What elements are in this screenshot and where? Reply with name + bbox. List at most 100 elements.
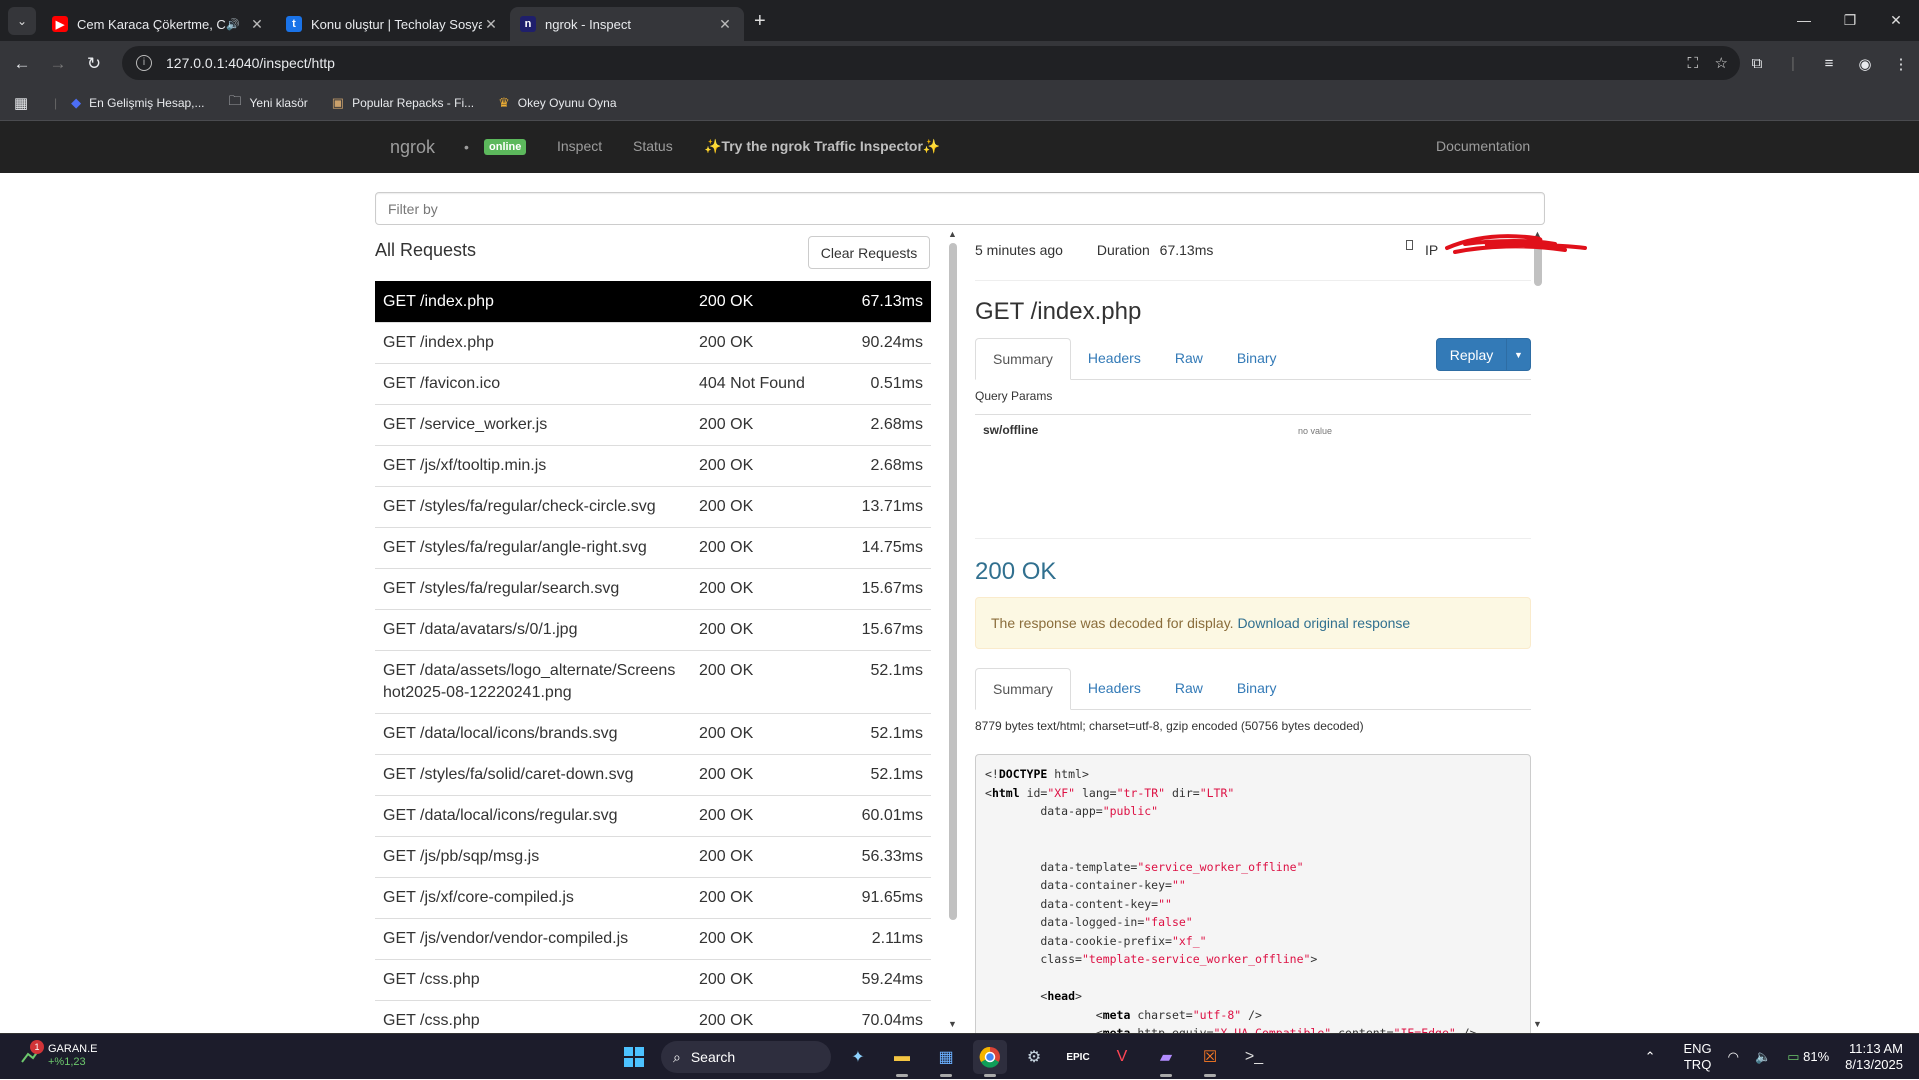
windows-start-icon[interactable]: [617, 1040, 651, 1074]
request-row[interactable]: GET /styles/fa/regular/search.svg 200 OK 1…: [375, 568, 931, 610]
download-original-link[interactable]: Download original response: [1237, 615, 1410, 631]
reload-icon[interactable]: ↻: [76, 54, 112, 74]
apps-grid-icon[interactable]: ▦: [14, 94, 42, 112]
blue-drop-icon: ◆: [71, 95, 82, 110]
taskbar-search[interactable]: ⌕ Search: [661, 1041, 831, 1073]
back-arrow-icon[interactable]: ←: [4, 54, 40, 74]
clock[interactable]: 11:13 AM 8/13/2025: [1845, 1041, 1903, 1073]
copilot-icon[interactable]: ✦: [841, 1040, 875, 1074]
bookmark-item[interactable]: ◆ En Gelişmiş Hesap,...: [71, 95, 204, 111]
new-tab-button[interactable]: +: [754, 10, 766, 33]
battery-indicator[interactable]: ▭ 81%: [1787, 1049, 1829, 1065]
request-row[interactable]: GET /data/assets/logo_alternate/Screensh…: [375, 650, 931, 714]
xampp-icon[interactable]: ☒: [1193, 1040, 1227, 1077]
request-row[interactable]: GET /js/pb/sqp/msg.js 200 OK 56.33ms: [375, 836, 931, 878]
speaker-icon[interactable]: 🔊: [226, 18, 240, 31]
steam-icon[interactable]: ⚙: [1017, 1040, 1051, 1074]
tab-title: Konu oluştur | Techolay Sosyal: [311, 16, 482, 32]
close-tab-icon[interactable]: ✕: [482, 16, 500, 33]
bookmark-item[interactable]: 🗀 Yeni klasör: [229, 92, 308, 114]
request-row[interactable]: GET /styles/fa/regular/angle-right.svg 20…: [375, 527, 931, 569]
request-row[interactable]: GET /index.php 200 OK 90.24ms: [375, 322, 931, 364]
tab-summary[interactable]: Summary: [975, 668, 1071, 710]
request-row[interactable]: GET /css.php 200 OK 70.04ms: [375, 1000, 931, 1033]
close-window-icon[interactable]: ✕: [1873, 0, 1919, 41]
code-line: <!DOCTYPE html>: [985, 767, 1089, 781]
nav-link-status[interactable]: Status: [633, 138, 673, 154]
close-tab-icon[interactable]: ✕: [716, 16, 734, 33]
tab-raw[interactable]: Raw: [1158, 668, 1220, 709]
requests-scrollbar[interactable]: [949, 243, 957, 920]
request-title: GET /index.php: [975, 298, 1142, 325]
chevron-up-icon[interactable]: ⌃: [1645, 1049, 1656, 1065]
epic-games-icon[interactable]: EPIC: [1061, 1040, 1095, 1074]
tab-binary[interactable]: Binary: [1220, 338, 1294, 379]
browser-tab-youtube[interactable]: ▶ Cem Karaca Çökertme, Cem 🔊 ✕: [42, 7, 276, 41]
request-row[interactable]: GET /data/local/icons/brands.svg 200 OK 52…: [375, 713, 931, 755]
browser-tab-ngrok[interactable]: n ngrok - Inspect ✕: [510, 7, 744, 41]
separator: |: [54, 96, 58, 110]
filter-input[interactable]: Filter by: [375, 192, 1545, 225]
browser-tab-techolay[interactable]: t Konu oluştur | Techolay Sosyal ✕: [276, 7, 510, 41]
request-row[interactable]: GET /js/xf/tooltip.min.js 200 OK 2.68ms: [375, 445, 931, 487]
ngrok-brand[interactable]: ngrok: [390, 137, 435, 158]
clear-requests-button[interactable]: Clear Requests: [808, 236, 930, 269]
copy-icon[interactable]: [1406, 240, 1413, 250]
close-tab-icon[interactable]: ✕: [248, 16, 266, 33]
file-explorer-icon[interactable]: ▬: [885, 1040, 919, 1077]
forward-arrow-icon[interactable]: →: [40, 54, 76, 74]
stock-widget[interactable]: 1 GARAN.E +%1,23: [20, 1040, 98, 1068]
url-text[interactable]: 127.0.0.1:4040/inspect/http: [166, 55, 335, 71]
documentation-link[interactable]: Documentation: [1436, 138, 1530, 154]
request-row[interactable]: GET /css.php 200 OK 59.24ms: [375, 959, 931, 1001]
request-row[interactable]: GET /favicon.ico 404 Not Found 0.51ms: [375, 363, 931, 405]
request-row[interactable]: GET /service_worker.js 200 OK 2.68ms: [375, 404, 931, 446]
address-bar[interactable]: i 127.0.0.1:4040/inspect/http ⛶ ☆: [122, 46, 1740, 80]
request-status: 404 Not Found: [691, 363, 839, 405]
scroll-down-arrow-icon[interactable]: ▼: [948, 1019, 957, 1029]
language-indicator[interactable]: ENG TRQ: [1684, 1041, 1712, 1073]
scroll-up-arrow-icon[interactable]: ▲: [948, 229, 957, 239]
tab-summary[interactable]: Summary: [975, 338, 1071, 380]
chrome-icon[interactable]: [973, 1040, 1007, 1077]
minimize-icon[interactable]: —: [1781, 0, 1827, 41]
tab-headers[interactable]: Headers: [1071, 668, 1158, 709]
request-row[interactable]: GET /js/xf/core-compiled.js 200 OK 91.65ms: [375, 877, 931, 919]
extensions-icon[interactable]: ⧉: [1739, 55, 1775, 72]
tab-search-button[interactable]: ⌄: [8, 7, 36, 35]
request-row[interactable]: GET /js/vendor/vendor-compiled.js 200 OK 2…: [375, 918, 931, 960]
volume-icon[interactable]: 🔈: [1755, 1049, 1771, 1065]
caret-down-icon[interactable]: ▼: [1507, 339, 1530, 370]
bookmark-item[interactable]: ▣ Popular Repacks - Fi...: [332, 95, 474, 111]
traffic-inspector-promo-link[interactable]: ✨Try the ngrok Traffic Inspector✨: [704, 138, 940, 155]
media-controls-icon[interactable]: ≡: [1811, 55, 1847, 72]
tab-headers[interactable]: Headers: [1071, 338, 1158, 379]
bookmark-star-icon[interactable]: ☆: [1715, 54, 1728, 72]
menu-icon[interactable]: ⋮: [1883, 55, 1919, 73]
profile-icon[interactable]: ◉: [1847, 55, 1883, 73]
bookmarks-bar: ▦ | ◆ En Gelişmiş Hesap,... 🗀 Yeni klasö…: [0, 86, 1919, 121]
restore-icon[interactable]: ❐: [1827, 0, 1873, 41]
request-row[interactable]: GET /styles/fa/regular/check-circle.svg 2…: [375, 486, 931, 528]
replay-button[interactable]: Replay: [1437, 339, 1507, 370]
terminal-icon[interactable]: >_: [1237, 1040, 1271, 1074]
request-row[interactable]: GET /styles/fa/solid/caret-down.svg 200 O…: [375, 754, 931, 796]
valorant-icon[interactable]: V: [1105, 1040, 1139, 1074]
site-info-icon[interactable]: i: [136, 55, 152, 71]
notification-badge: 1: [30, 1040, 44, 1054]
request-duration: 67.13ms: [839, 281, 931, 323]
video-editor-icon[interactable]: ▰: [1149, 1040, 1183, 1077]
scroll-down-arrow-icon[interactable]: ▼: [1533, 1019, 1542, 1029]
microsoft-store-icon[interactable]: ▦: [929, 1040, 963, 1077]
ip-label: IP: [1425, 242, 1439, 258]
request-row[interactable]: GET /data/local/icons/regular.svg 200 OK 6…: [375, 795, 931, 837]
request-row[interactable]: GET /data/avatars/s/0/1.jpg 200 OK 15.67ms: [375, 609, 931, 651]
tab-binary[interactable]: Binary: [1220, 668, 1294, 709]
wifi-icon[interactable]: ◠: [1728, 1049, 1739, 1065]
lang-top: ENG: [1683, 1041, 1712, 1056]
nav-link-inspect[interactable]: Inspect: [557, 138, 602, 154]
request-row[interactable]: GET /index.php 200 OK 67.13ms: [375, 281, 931, 323]
translate-icon[interactable]: ⛶: [1687, 55, 1698, 72]
bookmark-item[interactable]: ♛ Okey Oyunu Oyna: [498, 95, 616, 111]
tab-raw[interactable]: Raw: [1158, 338, 1220, 379]
